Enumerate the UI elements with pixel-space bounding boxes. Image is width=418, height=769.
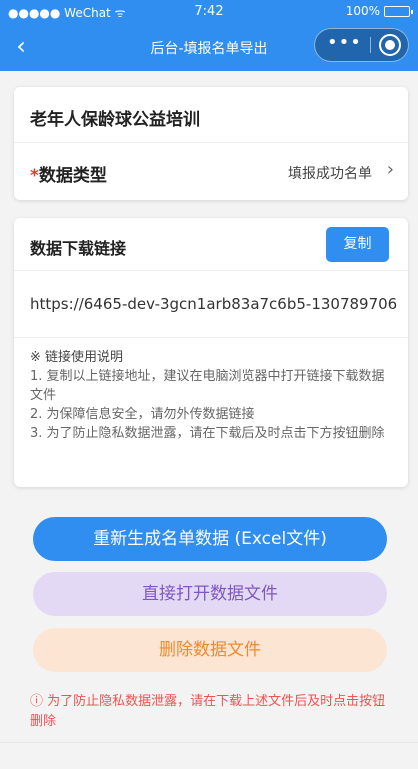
battery-icon: [384, 5, 413, 17]
note-item: 1. 复制以上链接地址，建议在电脑浏览器中打开链接下载数据文件: [30, 369, 385, 403]
regenerate-data-button[interactable]: 重新生成名单数据 (Excel文件): [33, 517, 387, 561]
more-icon[interactable]: •••: [327, 29, 361, 61]
download-card: 数据下载链接 复制 https://6465-dev-3gcn1arb83a7c…: [14, 218, 408, 487]
data-type-value: 填报成功名单: [288, 166, 372, 182]
battery-group: 100%: [345, 4, 413, 18]
data-type-label: *数据类型: [30, 161, 107, 186]
chevron-right-icon: ›: [386, 159, 394, 180]
download-url: https://6465-dev-3gcn1arb83a7c6b5-130789…: [14, 271, 408, 338]
mini-program-capsule: •••: [314, 28, 409, 62]
usage-notes: ※ 链接使用说明 1. 复制以上链接地址，建议在电脑浏览器中打开链接下载数据文件…: [30, 348, 396, 443]
download-header: 数据下载链接 复制: [14, 218, 408, 271]
data-type-label-text: 数据类型: [38, 166, 107, 186]
note-item: 3. 为了防止隐私数据泄露，请在下载后及时点击下方按钮删除: [30, 426, 385, 441]
note-item: 2. 为保障信息安全，请勿外传数据链接: [30, 407, 255, 422]
delete-file-button[interactable]: 删除数据文件: [33, 628, 387, 672]
privacy-warning: ⓘ 为了防止隐私数据泄露，请在下载上述文件后及时点击按钮删除: [30, 694, 386, 729]
open-file-button[interactable]: 直接打开数据文件: [33, 572, 387, 616]
close-miniprogram-icon[interactable]: [379, 34, 401, 56]
event-card: 老年人保龄球公益培训 *数据类型 填报成功名单 ›: [14, 87, 408, 200]
copy-button[interactable]: 复制: [326, 227, 389, 262]
battery-percent: 100%: [345, 4, 380, 18]
required-mark: *: [30, 166, 39, 186]
capsule-divider: [370, 37, 371, 53]
nav-bar: ‹ 后台-填报名单导出 •••: [0, 24, 418, 71]
event-title: 老年人保龄球公益培训: [30, 110, 200, 130]
notes-title: ※ 链接使用说明: [30, 350, 124, 365]
bottom-divider: [0, 742, 418, 743]
status-bar: ●●●●● WeChat ᯤ 7:42 100%: [0, 0, 418, 24]
data-type-selector[interactable]: *数据类型 填报成功名单 ›: [14, 143, 408, 200]
top-bar: ●●●●● WeChat ᯤ 7:42 100% ‹ 后台-填报名单导出 •••: [0, 0, 418, 71]
download-link-label: 数据下载链接: [30, 239, 127, 258]
